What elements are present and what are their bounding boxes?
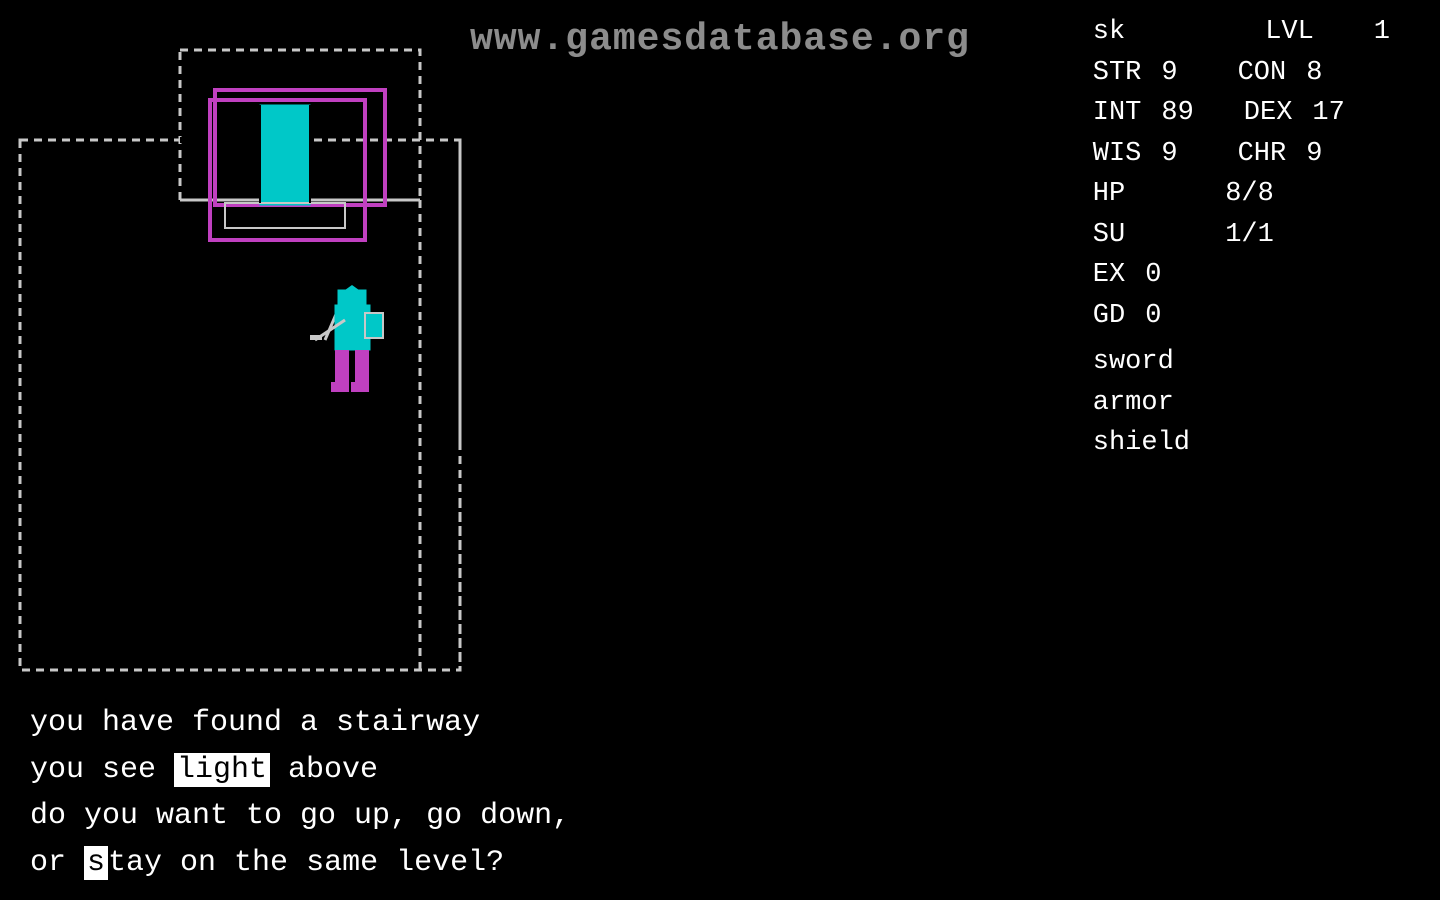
su-value: 1/1 <box>1225 215 1274 256</box>
game-area: sk LVL 1 STR 9 CON 8 INT 89 DEX 17 WIS 9… <box>0 0 1440 900</box>
ex-value: 0 <box>1145 255 1161 296</box>
wis-value: 9 <box>1161 134 1177 175</box>
str-label: STR <box>1093 53 1142 94</box>
gd-value: 0 <box>1145 296 1161 337</box>
hp-value: 8/8 <box>1225 174 1274 215</box>
chr-label: CHR <box>1238 134 1287 175</box>
item1: sword <box>1093 342 1390 383</box>
message-line2-pre: you see <box>30 753 174 787</box>
su-label: SU <box>1093 215 1125 256</box>
message-line2: you see light above <box>30 747 1410 794</box>
stats-panel: sk LVL 1 STR 9 CON 8 INT 89 DEX 17 WIS 9… <box>1093 12 1390 464</box>
int-value: 89 <box>1161 93 1193 134</box>
chest-sprite <box>205 95 375 255</box>
sk-label: sk <box>1093 12 1125 53</box>
message-line4: or stay on the same level? <box>30 840 1410 887</box>
wis-label: WIS <box>1093 134 1142 175</box>
lvl-value: 1 <box>1374 12 1390 53</box>
item2: armor <box>1093 383 1390 424</box>
dex-value: 17 <box>1312 93 1344 134</box>
message-line2-highlight: light <box>174 753 270 787</box>
str-value: 9 <box>1161 53 1177 94</box>
con-value: 8 <box>1306 53 1322 94</box>
chr-value: 9 <box>1306 134 1322 175</box>
gd-label: GD <box>1093 296 1125 337</box>
game-container: www.gamesdatabase.org <box>0 0 1440 900</box>
message-line4-highlight: s <box>84 846 108 880</box>
message-area: you have found a stairway you see light … <box>0 680 1440 900</box>
message-line1: you have found a stairway <box>30 700 1410 747</box>
message-line4-post: tay on the same level? <box>108 846 504 880</box>
lvl-label: LVL <box>1265 12 1314 53</box>
message-line4-pre: or <box>30 846 84 880</box>
con-label: CON <box>1238 53 1287 94</box>
character-sprite <box>305 285 405 445</box>
message-line3: do you want to go up, go down, <box>30 793 1410 840</box>
int-label: INT <box>1093 93 1142 134</box>
item3: shield <box>1093 423 1390 464</box>
message-line2-post: above <box>270 753 378 787</box>
dex-label: DEX <box>1244 93 1293 134</box>
hp-label: HP <box>1093 174 1125 215</box>
ex-label: EX <box>1093 255 1125 296</box>
